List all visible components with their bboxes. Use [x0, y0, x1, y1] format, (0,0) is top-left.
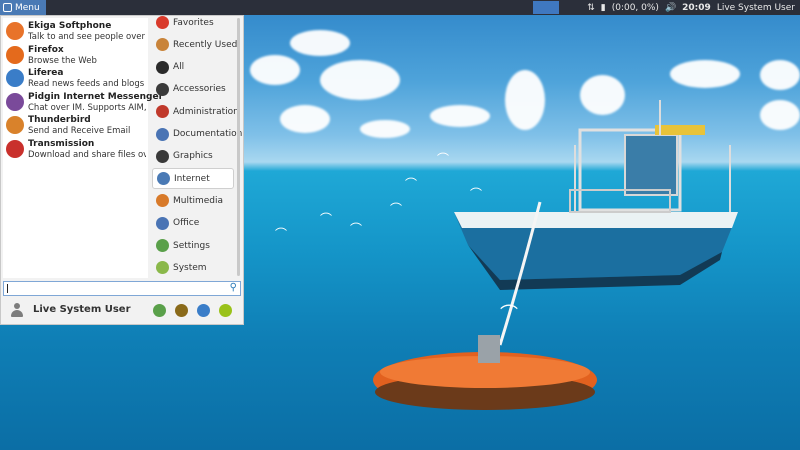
category-label: Office [173, 218, 200, 229]
category-documentation[interactable]: Documentation [152, 124, 242, 145]
rope-image [498, 201, 542, 346]
category-multimedia[interactable]: Multimedia [152, 190, 234, 211]
category-accessories[interactable]: Accessories [152, 79, 234, 100]
favorite-app-item[interactable]: Firefox Browse the Web [3, 44, 148, 67]
transmission-icon [6, 139, 24, 158]
category-label: Settings [173, 240, 210, 251]
favorites-list: Ekiga Softphone Talk to and see people ov… [3, 18, 163, 278]
favorite-app-item[interactable]: Transmission Download and share files ov.… [3, 138, 148, 161]
workspace-switcher[interactable] [533, 1, 560, 14]
search-icon: ⚲ [229, 282, 237, 293]
buoy-image [373, 335, 597, 410]
favorite-app-title: Ekiga Softphone [28, 21, 112, 31]
clock-icon [156, 38, 169, 52]
text-caret [7, 284, 8, 293]
category-administration[interactable]: Administration [152, 101, 239, 122]
user-name: Live System User [33, 304, 131, 315]
category-settings[interactable]: Settings [152, 235, 234, 256]
category-label: Documentation [173, 129, 243, 139]
user-bar: Live System User [3, 300, 241, 322]
favorite-app-item[interactable]: Pidgin Internet Messenger Chat over IM. S… [3, 91, 163, 114]
administration-icon [156, 105, 169, 119]
clock[interactable]: 20:09 [682, 3, 711, 13]
favorite-app-item[interactable]: Liferea Read news feeds and blogs [3, 67, 148, 90]
favorite-app-title: Pidgin Internet Messenger [28, 91, 164, 102]
menu-button-label: Menu [15, 2, 40, 13]
favorite-app-title: Thunderbird [28, 115, 91, 125]
bookmark-icon [156, 16, 169, 29]
category-label: Administration [173, 106, 239, 117]
switch-user-icon[interactable] [197, 304, 210, 317]
user-avatar-icon [11, 303, 23, 317]
favorite-app-title: Firefox [28, 44, 64, 55]
settings-manager-icon[interactable] [153, 304, 166, 317]
menu-button[interactable]: Menu [0, 0, 46, 15]
favorite-app-description: Browse the Web [28, 55, 97, 66]
category-label: System [173, 262, 207, 273]
system-icon [156, 261, 169, 275]
settings-icon [156, 239, 169, 252]
graphics-icon [156, 149, 169, 163]
logout-icon[interactable] [219, 304, 232, 317]
top-panel: Menu ⇅ ▮ (0:00, 0%) 🔊 20:09 Live System … [0, 0, 800, 15]
category-system[interactable]: System [152, 257, 234, 278]
category-label: Recently Used [173, 39, 238, 50]
category-internet[interactable]: Internet [152, 168, 234, 190]
panel-user-label[interactable]: Live System User [717, 3, 795, 13]
favorite-app-title: Liferea [28, 68, 64, 78]
category-label: Internet [174, 173, 210, 184]
category-label: All [173, 62, 185, 73]
liferea-icon [6, 69, 24, 87]
favorite-app-description: Read news feeds and blogs [28, 79, 145, 89]
lock-screen-icon[interactable] [175, 304, 188, 317]
multimedia-icon [156, 194, 169, 208]
favorite-app-item[interactable]: Thunderbird Send and Receive Email [3, 114, 148, 137]
favorite-app-description: Talk to and see people over t... [28, 32, 146, 42]
accessories-icon [156, 82, 169, 96]
category-list: Favorites Recently Used All Accessories Admi… [152, 16, 242, 278]
boat-image [454, 100, 738, 290]
category-label: Graphics [173, 151, 213, 162]
category-office[interactable]: Office [152, 213, 234, 234]
search-input[interactable]: ⚲ [3, 281, 241, 296]
application-menu: Ekiga Softphone Talk to and see people ov… [0, 15, 244, 325]
favorite-app-description: Download and share files ov... [28, 149, 146, 160]
menu-icon [3, 3, 12, 12]
battery-icon[interactable]: ▮ [601, 3, 606, 13]
system-tray: ⇅ ▮ (0:00, 0%) 🔊 20:09 Live System User [587, 3, 800, 13]
category-label: Accessories [173, 84, 226, 95]
category-favorites[interactable]: Favorites [152, 12, 234, 33]
firefox-icon [6, 45, 24, 64]
all-apps-icon [156, 60, 169, 74]
category-graphics[interactable]: Graphics [152, 146, 234, 167]
category-scrollbar[interactable] [237, 18, 240, 276]
battery-status: (0:00, 0%) [611, 2, 659, 13]
category-recently-used[interactable]: Recently Used [152, 34, 238, 55]
favorite-app-title: Transmission [28, 138, 95, 149]
network-icon[interactable]: ⇅ [587, 3, 595, 13]
favorite-app-item[interactable]: Ekiga Softphone Talk to and see people ov… [3, 20, 148, 43]
favorite-app-description: Send and Receive Email [28, 126, 131, 136]
category-label: Favorites [173, 17, 214, 28]
thunderbird-icon [6, 116, 24, 134]
office-icon [156, 216, 169, 230]
documentation-icon [156, 127, 169, 141]
favorite-app-description: Chat over IM. Supports AIM, ... [28, 102, 146, 113]
category-all[interactable]: All [152, 57, 234, 78]
ekiga-icon [6, 22, 24, 40]
pidgin-icon [6, 92, 24, 111]
internet-icon [157, 172, 170, 186]
volume-icon[interactable]: 🔊 [665, 3, 676, 13]
category-label: Multimedia [173, 195, 224, 206]
